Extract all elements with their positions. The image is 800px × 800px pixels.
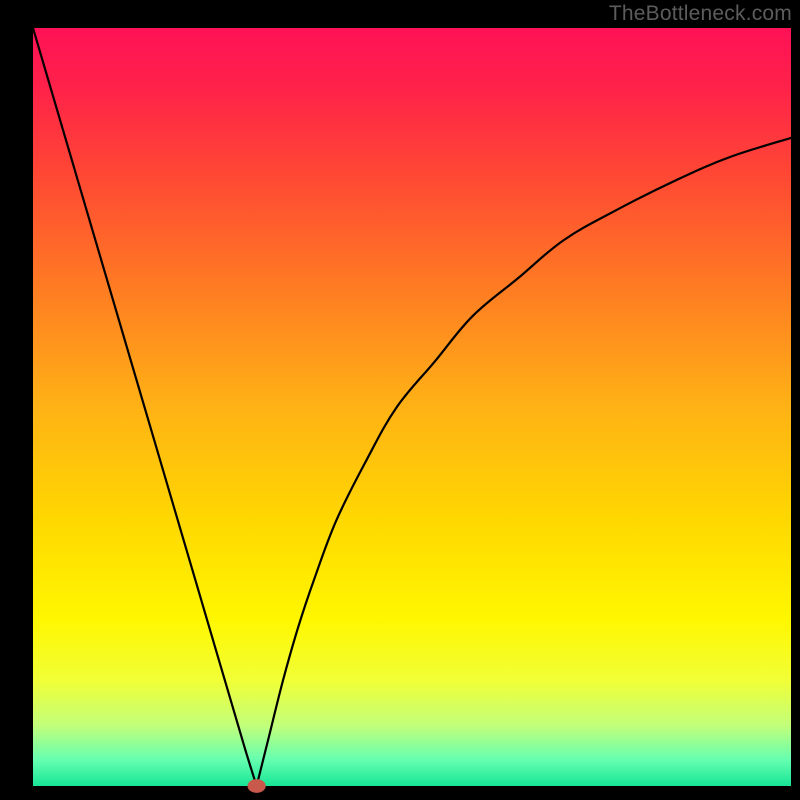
chart-svg: [0, 0, 800, 800]
chart-frame: TheBottleneck.com: [0, 0, 800, 800]
watermark-text: TheBottleneck.com: [609, 2, 792, 26]
plot-background: [33, 28, 791, 786]
minimum-marker: [248, 779, 266, 793]
